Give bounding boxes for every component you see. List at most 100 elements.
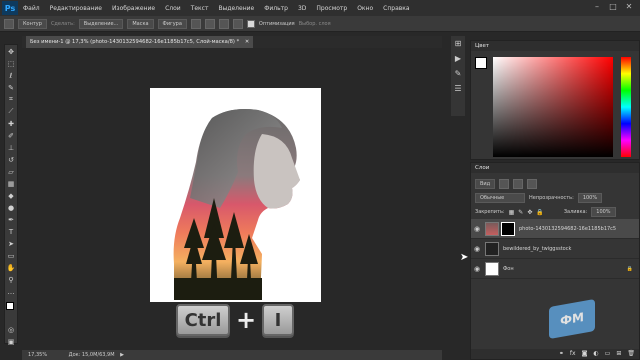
path-ops-icon[interactable] xyxy=(190,18,201,29)
menu-image[interactable]: Изображение xyxy=(107,5,160,12)
layer-mask-thumbnail[interactable] xyxy=(501,221,515,236)
marquee-icon[interactable]: ⬚ xyxy=(5,58,17,69)
visibility-eye-icon[interactable]: ◉ xyxy=(471,245,483,253)
actions-play-icon[interactable]: ▶ xyxy=(452,54,464,66)
menu-view[interactable]: Просмотр xyxy=(311,5,352,12)
blend-mode-select[interactable]: Обычные xyxy=(475,193,525,203)
lock-transparent-icon[interactable]: ▦ xyxy=(509,209,515,216)
selection-button[interactable]: Выделение... xyxy=(78,18,124,29)
opacity-label: Непрозрачность: xyxy=(529,195,574,201)
menu-filter[interactable]: Фильтр xyxy=(259,5,293,12)
menu-select[interactable]: Выделение xyxy=(213,5,259,12)
document-canvas[interactable] xyxy=(150,88,321,302)
photoshop-logo-icon: Ps xyxy=(2,1,18,15)
delete-layer-icon[interactable]: 🗑 xyxy=(627,349,635,359)
document-tab-title: Без имени-1 @ 17,3% (photo-1430132594682… xyxy=(30,39,240,45)
path-align-icon[interactable] xyxy=(204,18,215,29)
status-bar: 17,35% Док: 15,0M/63,9M ▶ xyxy=(22,350,442,360)
filter-type-icon[interactable] xyxy=(527,179,538,189)
more-tools-icon[interactable]: … xyxy=(5,286,17,297)
double-exposure-image xyxy=(173,109,300,300)
close-tab-icon[interactable]: ✕ xyxy=(245,39,249,45)
layer-row[interactable]: ◉ photo-1430132594682-16e1185b17c5 xyxy=(471,219,639,239)
menu-edit[interactable]: Редактирование xyxy=(45,5,107,12)
eraser-icon[interactable]: ▱ xyxy=(5,166,17,177)
visibility-eye-icon[interactable]: ◉ xyxy=(471,225,483,233)
dodge-icon[interactable]: ● xyxy=(5,202,17,213)
menu-type[interactable]: Текст xyxy=(186,5,214,12)
type-icon[interactable]: T xyxy=(5,226,17,237)
history-brush-icon[interactable]: ↺ xyxy=(5,154,17,165)
close-icon[interactable]: ✕ xyxy=(622,0,636,14)
menu-3d[interactable]: 3D xyxy=(293,5,311,12)
hand-icon[interactable]: ✋ xyxy=(5,262,17,273)
menu-window[interactable]: Окно xyxy=(352,5,378,12)
panel-foreground-swatch[interactable] xyxy=(475,57,487,69)
adjustments-icon[interactable]: ☰ xyxy=(452,84,464,96)
eyedropper-icon[interactable]: ⟋ xyxy=(5,106,17,117)
zoom-icon[interactable]: ⚲ xyxy=(5,274,17,285)
new-layer-icon[interactable]: ⊞ xyxy=(616,349,621,359)
menu-file[interactable]: Файл xyxy=(18,5,45,12)
status-arrow-icon[interactable]: ▶ xyxy=(120,352,124,358)
zoom-level[interactable]: 17,35% xyxy=(28,352,47,358)
healing-icon[interactable]: ✚ xyxy=(5,118,17,129)
document-tab[interactable]: Без имени-1 @ 17,3% (photo-1430132594682… xyxy=(26,36,254,48)
move-icon[interactable]: ✥ xyxy=(5,46,17,57)
quick-mask-icon[interactable]: ◎ xyxy=(5,324,17,335)
optimize-checkbox[interactable] xyxy=(246,19,255,28)
menu-layers[interactable]: Слои xyxy=(160,5,186,12)
screen-mode-icon[interactable]: ▣ xyxy=(5,336,17,347)
layers-panel: Слои Вид Обычные Непрозрачность: 100% За… xyxy=(470,162,640,360)
adjustment-layer-icon[interactable]: ◐ xyxy=(593,349,598,359)
color-field[interactable] xyxy=(493,57,613,157)
brush-presets-icon[interactable]: ✎ xyxy=(452,69,464,81)
path-arrange-icon[interactable] xyxy=(218,18,229,29)
layer-thumbnail xyxy=(485,241,499,256)
visibility-eye-icon[interactable]: ◉ xyxy=(471,265,483,273)
filter-pixel-icon[interactable] xyxy=(499,179,510,189)
color-swatches[interactable] xyxy=(5,301,17,323)
layer-row[interactable]: ◉ Фон 🔒 xyxy=(471,259,639,279)
lasso-icon[interactable]: ℓ xyxy=(5,70,17,81)
lock-move-icon[interactable]: ✥ xyxy=(527,209,532,216)
gradient-icon[interactable]: ▦ xyxy=(5,178,17,189)
path-select-icon[interactable]: ➤ xyxy=(5,238,17,249)
mask-button[interactable]: Маска xyxy=(127,18,154,29)
color-panel: Цвет xyxy=(470,40,640,160)
watermark-logo: ФМ xyxy=(549,298,595,340)
stamp-icon[interactable]: ⊥ xyxy=(5,142,17,153)
filter-adjust-icon[interactable] xyxy=(513,179,524,189)
pen-icon[interactable]: ✒ xyxy=(5,214,17,225)
maximize-icon[interactable]: □ xyxy=(606,0,620,14)
brush-icon[interactable]: ✐ xyxy=(5,130,17,141)
foreground-color-swatch[interactable] xyxy=(6,302,14,310)
fill-input[interactable]: 100% xyxy=(591,207,616,217)
layer-lock-icon: 🔒 xyxy=(626,265,633,272)
lock-brush-icon[interactable]: ✎ xyxy=(518,209,523,216)
crop-icon[interactable]: ⌗ xyxy=(5,94,17,105)
layer-filter-kind[interactable]: Вид xyxy=(475,179,496,189)
layer-name: bewildered_by_twiggsstock xyxy=(503,245,572,252)
blur-icon[interactable]: ◆ xyxy=(5,190,17,201)
pen-tool-preset-icon[interactable] xyxy=(4,18,14,29)
hue-slider[interactable] xyxy=(621,57,631,157)
menu-help[interactable]: Справка xyxy=(378,5,414,12)
mode-select[interactable]: Контур xyxy=(18,18,47,29)
i-key: I xyxy=(262,304,294,336)
rectangle-icon[interactable]: ▭ xyxy=(5,250,17,261)
layer-row[interactable]: ◉ bewildered_by_twiggsstock xyxy=(471,239,639,259)
gear-icon[interactable] xyxy=(232,18,243,29)
document-info[interactable]: Док: 15,0M/63,9M xyxy=(69,352,115,358)
new-group-icon[interactable]: ▭ xyxy=(605,349,611,359)
minimize-icon[interactable]: – xyxy=(590,0,604,14)
opacity-input[interactable]: 100% xyxy=(577,193,603,203)
history-icon[interactable]: ⊞ xyxy=(452,39,464,51)
quick-select-icon[interactable]: ✎ xyxy=(5,82,17,93)
add-mask-icon[interactable]: ◙ xyxy=(582,349,588,359)
lock-all-icon[interactable]: 🔒 xyxy=(536,209,543,216)
link-layers-icon[interactable]: ⚭ xyxy=(559,349,564,359)
layer-style-icon[interactable]: fx xyxy=(570,349,576,359)
select-mask-label: Выбор. слоя xyxy=(298,20,331,27)
shape-button[interactable]: Фигура xyxy=(157,18,187,29)
